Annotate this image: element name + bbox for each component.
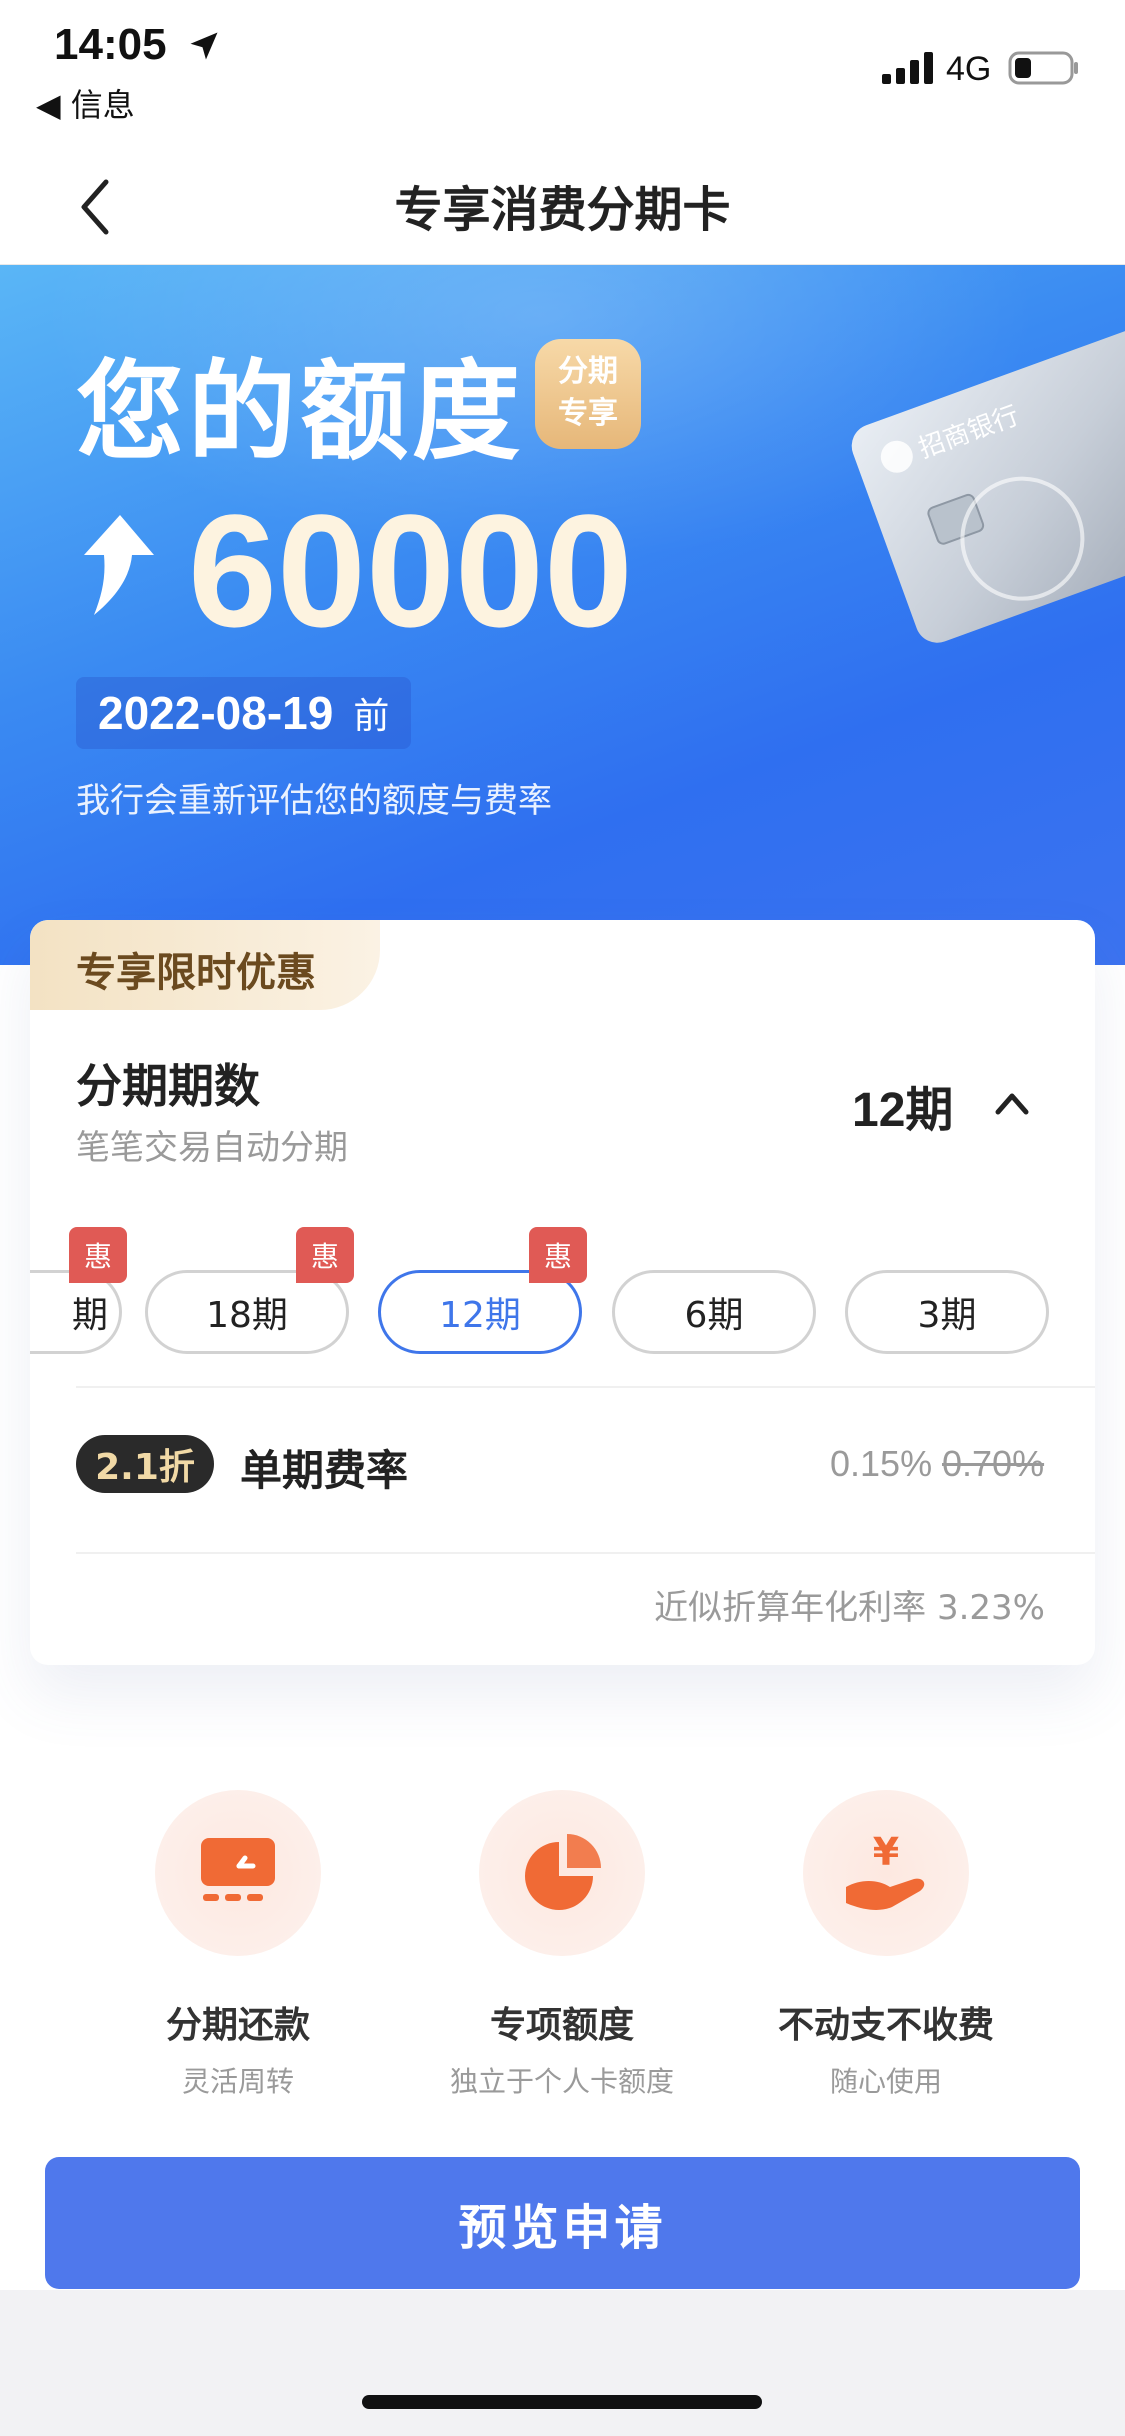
chip-label: 18期 [206,1295,288,1336]
valid-date: 2022-08-19 [98,687,334,739]
location-arrow-icon [190,32,218,60]
svg-text:¥: ¥ [873,1830,899,1874]
back-to-app-link[interactable]: ◀ 信息 [36,80,135,126]
current-rate: 0.15% [830,1443,933,1484]
feature-name: 不动支不收费 [777,2005,994,2046]
chip-label: 6期 [684,1295,744,1336]
rate-row: 2.1折 单期费率 0.15% 0.70% [30,1425,1095,1515]
card-installment-icon [201,1838,275,1901]
feature-icon-circle: ¥ [803,1790,969,1956]
feature-name: 专项额度 [489,2005,634,2046]
feature-desc: 随心使用 [829,2065,942,2098]
feature-icon-circle [155,1790,321,1956]
promo-tag: 专享限时优惠 [30,920,380,1010]
period-chip-18[interactable]: 18期 惠 [145,1227,354,1354]
feature-dedicated-limit: 专项额度 独立于个人卡额度 [382,1790,742,2100]
feature-icon-circle [479,1790,645,1956]
feature-no-fee: ¥ 不动支不收费 随心使用 [706,1790,1066,2100]
feature-name: 分期还款 [165,2005,310,2046]
preview-apply-button[interactable]: 预览申请 [45,2157,1080,2289]
valid-until-badge: 2022-08-19 前 [76,677,412,749]
valid-date-suffix: 前 [353,696,390,737]
credit-limit-hero: 您的额度 分期 专享 60000 2022-08-19 前 我行会重新评估您的额… [0,265,1125,965]
promo-label: 专享限时优惠 [76,949,316,996]
nav-bar: 专享消费分期卡 [0,150,1125,265]
credit-amount: 60000 [188,481,633,660]
selected-period[interactable]: 12期 [852,1070,953,1140]
yen-hand-icon: ¥ [846,1830,925,1910]
pie-chart-icon [525,1834,601,1910]
rate-label: 单期费率 [240,1446,409,1495]
page-title: 专享消费分期卡 [394,182,731,238]
discount-badge: 惠 [296,1227,354,1283]
chip-label: 期 [71,1295,108,1336]
installment-panel: 专享限时优惠 分期期数 笔笔交易自动分期 12期 期 惠 18期 惠 12期 惠… [30,920,1095,1665]
feature-desc: 独立于个人卡额度 [449,2065,674,2098]
discount-badge: 惠 [69,1227,127,1283]
divider [76,1552,1095,1554]
feature-desc: 灵活周转 [181,2065,294,2098]
reassessment-note: 我行会重新评估您的额度与费率 [76,781,552,821]
tag-line-2: 专享 [558,396,618,431]
period-options: 期 惠 18期 惠 12期 惠 6期 3期 [30,1190,1095,1354]
feature-list: 分期还款 灵活周转 专项额度 独立于个人卡额度 ¥ 不动支不收费 随心使用 [0,1790,1125,2110]
increase-arrow-icon [84,515,154,615]
chip-label: 12期 [439,1295,521,1336]
home-indicator[interactable] [362,2395,762,2409]
annual-rate: 近似折算年化利率 3.23% [654,1588,1045,1628]
chip-label: 3期 [917,1295,977,1336]
installments-subtitle: 笔笔交易自动分期 [76,1128,348,1168]
chevron-up-icon[interactable] [992,1088,1032,1118]
network-type: 4G [946,50,992,88]
original-rate: 0.70% [942,1443,1045,1484]
period-chip-12[interactable]: 12期 惠 [378,1227,587,1354]
period-chip-6[interactable]: 6期 [612,1270,816,1354]
status-time: 14:05 [54,20,167,69]
discount-badge: 2.1折 [76,1435,214,1493]
feature-installment: 分期还款 灵活周转 [58,1790,418,2100]
battery-icon [1008,51,1078,85]
discount-badge: 惠 [529,1227,587,1283]
tag-line-1: 分期 [558,354,618,389]
bottom-safe-area [0,2290,1125,2436]
divider [76,1386,1095,1388]
status-bar: 14:05 ◀ 信息 4G [0,0,1125,150]
installments-title: 分期期数 [76,1059,260,1113]
installment-exclusive-tag: 分期 专享 [535,339,641,449]
period-chip-3[interactable]: 3期 [845,1270,1049,1354]
limit-heading: 您的额度 [76,350,525,475]
signal-icon [882,52,933,84]
period-chip-partial[interactable]: 期 惠 [30,1227,127,1354]
